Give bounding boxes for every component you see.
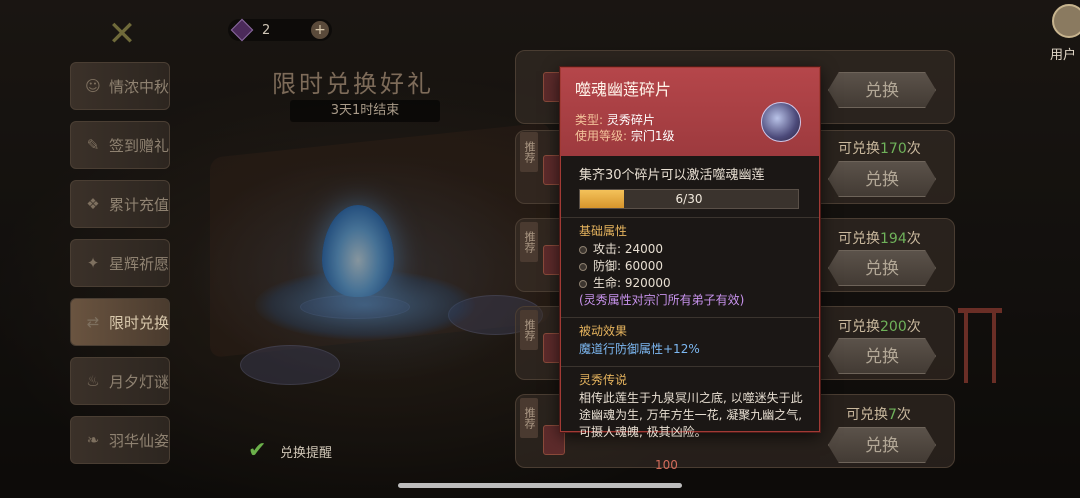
menu-item-label: 羽华仙姿 (109, 431, 170, 450)
currency-amount: 2 (262, 22, 271, 38)
bullet-icon (579, 262, 587, 271)
torii-gate-decoration (958, 308, 1002, 383)
event-timer: 3天1时结束 (290, 100, 440, 122)
lore-section: 灵秀传说 相传此莲生于九泉冥川之底, 以噬迷失于此途幽魂为生, 万年方生一花, … (561, 366, 819, 441)
bullet-icon (579, 245, 587, 254)
tooltip-body: 集齐30个碎片可以激活噬魂幽莲 6/30 基础属性 攻击: 24000 防御: … (561, 156, 819, 441)
progress-label: 6/30 (675, 192, 703, 206)
section-title: 灵秀传说 (579, 373, 628, 387)
menu-item-5[interactable]: ♨ 月夕灯谜 (70, 357, 170, 405)
menu-item-0[interactable]: ☺ 情浓中秋 (70, 62, 170, 110)
type-key: 类型: (575, 113, 604, 127)
recommend-tag: 推荐 (520, 310, 538, 350)
price-badge: 100 (655, 458, 678, 472)
menu-item-label: 情浓中秋 (109, 77, 170, 96)
mask-icon: ☺ (85, 77, 101, 95)
home-indicator[interactable] (398, 483, 682, 488)
menu-item-6[interactable]: ❧ 羽华仙姿 (70, 416, 170, 464)
lore-text: 相传此莲生于九泉冥川之底, 以噬迷失于此途幽魂为生, 万年方生一花, 凝聚九幽之… (579, 391, 803, 439)
passive-effect: 魔道行防御属性+12% (579, 342, 700, 356)
currency-display: 2 + (228, 18, 332, 42)
user-label: 用户 (1050, 48, 1077, 63)
quota-text: 可兑换7次 (846, 407, 911, 423)
reminder-label: 兑换提醒 (280, 445, 333, 461)
recommend-tag: 推荐 (520, 222, 538, 262)
bullet-icon (579, 279, 587, 288)
item-meta: 类型: 灵秀碎片 使用等级: 宗门1级 (575, 112, 675, 144)
exchange-button[interactable]: 兑换 (828, 250, 936, 286)
gem-icon (230, 18, 254, 42)
exchange-button[interactable]: 兑换 (828, 72, 936, 108)
basic-attributes-section: 基础属性 攻击: 24000 防御: 60000 生命: 920000 (灵秀属… (561, 217, 819, 309)
exchange-icon: ⇄ (86, 313, 100, 331)
lantern-icon: ♨ (86, 372, 100, 390)
level-key: 使用等级: (575, 129, 628, 143)
item-tooltip: 噬魂幽莲碎片 类型: 灵秀碎片 使用等级: 宗门1级 集齐30个碎片可以激活噬魂… (560, 67, 820, 439)
menu-item-label: 月夕灯谜 (109, 372, 170, 391)
event-menu: ☺ 情浓中秋 ✎ 签到赠礼 ❖ 累计充值 ✦ 星辉祈愿 ⇄ 限时兑换 ♨ 月夕灯谜 ❧ 羽华仙… (70, 62, 170, 475)
item-name: 噬魂幽莲碎片 (575, 80, 672, 99)
section-title: 基础属性 (579, 224, 628, 238)
quota-text: 可兑换200次 (838, 319, 921, 335)
checkmark-icon: ✔ (248, 438, 267, 463)
feather-icon: ❧ (86, 431, 100, 449)
menu-item-1[interactable]: ✎ 签到赠礼 (70, 121, 170, 169)
exchange-button[interactable]: 兑换 (828, 161, 936, 197)
quota-text: 可兑换194次 (838, 231, 921, 247)
menu-item-3[interactable]: ✦ 星辉祈愿 (70, 239, 170, 287)
coin-bag-icon: ❖ (86, 195, 100, 213)
quota-text: 可兑换170次 (838, 141, 921, 157)
stats-note: (灵秀属性对宗门所有弟子有效) (579, 293, 745, 307)
menu-item-label: 签到赠礼 (109, 136, 170, 155)
recommend-tag: 推荐 (520, 132, 538, 172)
avatar[interactable] (1052, 4, 1080, 38)
section-title: 被动效果 (579, 324, 628, 338)
add-currency-button[interactable]: + (311, 21, 329, 39)
exchange-reminder-toggle[interactable]: ✔ 兑换提醒 (248, 440, 332, 462)
lotus-fragment-icon (761, 102, 801, 142)
type-value: 灵秀碎片 (606, 113, 655, 127)
menu-item-4[interactable]: ⇄ 限时兑换 (70, 298, 170, 346)
recommend-tag: 推荐 (520, 398, 538, 438)
tooltip-header: 噬魂幽莲碎片 类型: 灵秀碎片 使用等级: 宗门1级 (561, 68, 819, 156)
stat-attack: 攻击: 24000 (579, 241, 803, 258)
passive-section: 被动效果 魔道行防御属性+12% (561, 317, 819, 358)
event-title: 限时兑换好礼 (272, 70, 434, 98)
fragment-progress-bar: 6/30 (579, 189, 799, 209)
close-icon[interactable]: ✕ (104, 16, 140, 52)
level-value: 宗门1级 (630, 129, 675, 143)
scroll-icon: ✎ (86, 136, 100, 154)
menu-item-label: 星辉祈愿 (109, 254, 170, 273)
collect-text: 集齐30个碎片可以激活噬魂幽莲 (579, 168, 765, 183)
exchange-button[interactable]: 兑换 (828, 427, 936, 463)
menu-item-label: 累计充值 (109, 195, 170, 214)
stat-defense: 防御: 60000 (579, 258, 803, 275)
menu-item-label: 限时兑换 (109, 313, 170, 332)
star-icon: ✦ (86, 254, 100, 272)
exchange-button[interactable]: 兑换 (828, 338, 936, 374)
stat-hp: 生命: 920000 (579, 275, 803, 292)
menu-item-2[interactable]: ❖ 累计充值 (70, 180, 170, 228)
